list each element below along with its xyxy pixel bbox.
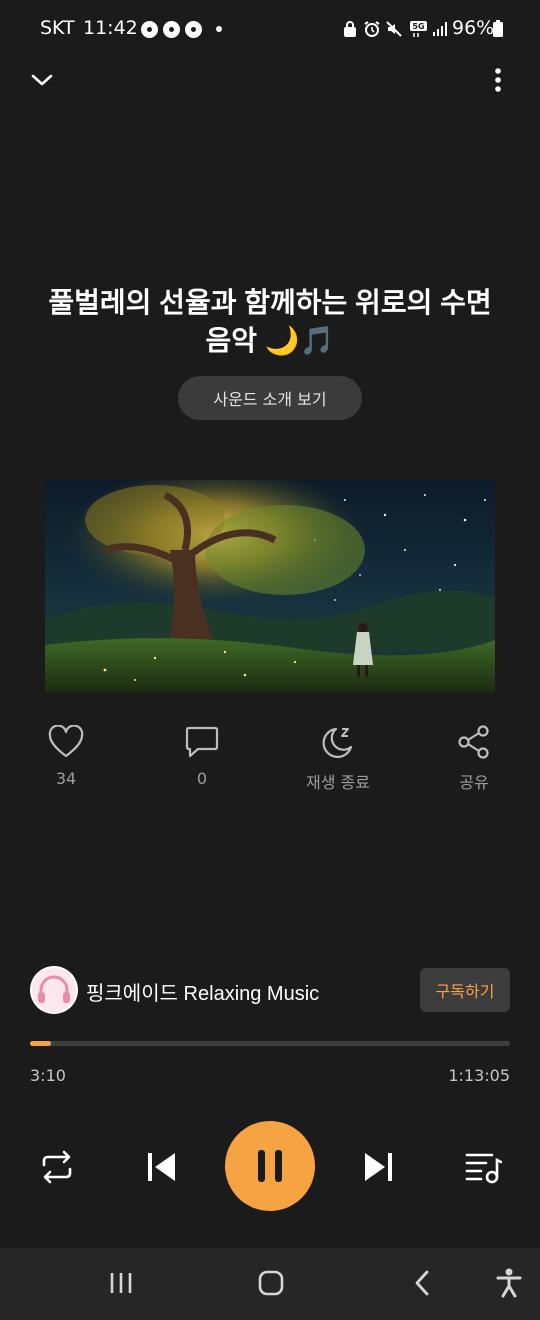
- pause-button[interactable]: [225, 1121, 315, 1211]
- battery-percent: 96%: [452, 17, 495, 39]
- accessibility-icon[interactable]: [495, 1268, 523, 1298]
- sleep-timer-label: 재생 종료: [306, 773, 370, 792]
- subscribe-button[interactable]: 구독하기: [420, 968, 510, 1012]
- sound-intro-button[interactable]: 사운드 소개 보기: [178, 376, 362, 420]
- comment-button[interactable]: 0: [142, 725, 262, 788]
- recents-icon[interactable]: [108, 1270, 134, 1296]
- channel-avatar[interactable]: [30, 966, 78, 1014]
- notification-dot-icon: [216, 26, 222, 32]
- battery-icon: [493, 20, 503, 37]
- home-icon[interactable]: [258, 1270, 284, 1296]
- heart-icon: [48, 725, 84, 758]
- comment-icon: [185, 726, 219, 758]
- more-vert-icon[interactable]: [484, 64, 512, 96]
- skip-next-icon[interactable]: [361, 1150, 395, 1184]
- headphones-icon: [32, 968, 76, 1012]
- radiation-icon: [141, 21, 158, 38]
- sound-title: 풀벌레의 선율과 함께하는 위로의 수면음악 🌙🎵: [48, 287, 492, 356]
- alarm-icon: [364, 21, 380, 37]
- network-label: 5G: [412, 22, 424, 31]
- progress-track[interactable]: [30, 1041, 510, 1046]
- share-button[interactable]: 공유: [414, 725, 534, 793]
- progress-fill: [30, 1041, 51, 1046]
- back-icon[interactable]: [410, 1270, 436, 1296]
- comment-count: 0: [196, 769, 208, 788]
- share-label: 공유: [459, 773, 489, 792]
- skip-previous-icon[interactable]: [145, 1150, 179, 1184]
- sleep-timer-icon: [322, 727, 353, 759]
- album-artwork: [45, 480, 495, 693]
- carrier-label: SKT: [40, 17, 75, 39]
- radiation-icon: [163, 21, 180, 38]
- status-bar: SKT 11:42 5G 96%: [0, 0, 540, 58]
- like-button[interactable]: 34: [6, 725, 126, 788]
- total-time: 1:13:05: [448, 1066, 510, 1085]
- share-icon: [458, 725, 489, 759]
- system-nav-bar: [0, 1248, 540, 1320]
- signal-icon: [433, 22, 447, 36]
- like-count: 34: [55, 769, 77, 788]
- channel-name[interactable]: 핑크에이드 Relaxing Music: [86, 977, 319, 1006]
- sleep-timer-button[interactable]: 재생 종료: [278, 725, 398, 793]
- current-time: 3:10: [30, 1066, 66, 1085]
- radiation-icon: [185, 21, 202, 38]
- pause-icon: [258, 1150, 282, 1182]
- chevron-down-icon[interactable]: [28, 66, 56, 94]
- clock: 11:42: [83, 17, 138, 39]
- lock-icon: [344, 21, 356, 37]
- repeat-icon[interactable]: [38, 1150, 76, 1184]
- mute-icon: [386, 21, 402, 37]
- network-5g-icon: 5G: [410, 21, 427, 37]
- playlist-music-icon[interactable]: [464, 1150, 502, 1184]
